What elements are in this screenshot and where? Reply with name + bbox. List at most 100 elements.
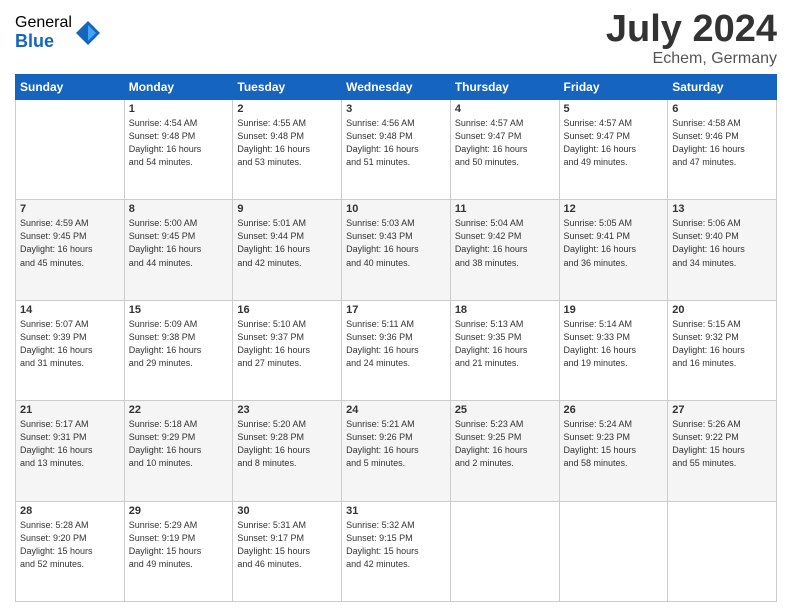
table-row: 28 Sunrise: 5:28 AM Sunset: 9:20 PM Dayli… [16, 501, 125, 601]
table-row: 7 Sunrise: 4:59 AM Sunset: 9:45 PM Daylig… [16, 200, 125, 300]
col-wednesday: Wednesday [342, 75, 451, 100]
day-info: Sunrise: 4:55 AM Sunset: 9:48 PM Dayligh… [237, 117, 337, 169]
day-info: Sunrise: 5:13 AM Sunset: 9:35 PM Dayligh… [455, 318, 555, 370]
calendar-week-row: 1Sunrise: 4:54 AM Sunset: 9:48 PM Daylig… [16, 100, 777, 200]
header: General Blue July 2024 Echem, Germany [15, 10, 777, 68]
day-info: Sunrise: 5:28 AM Sunset: 9:20 PM Dayligh… [20, 519, 120, 571]
table-row: 22 Sunrise: 5:18 AM Sunset: 9:29 PM Dayli… [124, 401, 233, 501]
table-row: 14 Sunrise: 5:07 AM Sunset: 9:39 PM Dayli… [16, 300, 125, 400]
day-info: Sunrise: 5:14 AM Sunset: 9:33 PM Dayligh… [564, 318, 664, 370]
day-info: Sunrise: 5:11 AM Sunset: 9:36 PM Dayligh… [346, 318, 446, 370]
day-info: Sunrise: 5:17 AM Sunset: 9:31 PM Dayligh… [20, 418, 120, 470]
calendar-week-row: 7 Sunrise: 4:59 AM Sunset: 9:45 PM Daylig… [16, 200, 777, 300]
table-row: 20 Sunrise: 5:15 AM Sunset: 9:32 PM Dayli… [668, 300, 777, 400]
day-info: Sunrise: 4:58 AM Sunset: 9:46 PM Dayligh… [672, 117, 772, 169]
day-info: Sunrise: 5:05 AM Sunset: 9:41 PM Dayligh… [564, 217, 664, 269]
day-number: 20 [672, 304, 772, 316]
day-info: Sunrise: 5:06 AM Sunset: 9:40 PM Dayligh… [672, 217, 772, 269]
table-row: 19 Sunrise: 5:14 AM Sunset: 9:33 PM Dayli… [559, 300, 668, 400]
day-number: 9 [237, 203, 337, 215]
day-info: Sunrise: 4:57 AM Sunset: 9:47 PM Dayligh… [564, 117, 664, 169]
col-tuesday: Tuesday [233, 75, 342, 100]
day-number: 2 [237, 103, 337, 115]
day-number: 22 [129, 404, 229, 416]
table-row: 8 Sunrise: 5:00 AM Sunset: 9:45 PM Daylig… [124, 200, 233, 300]
day-info: Sunrise: 5:09 AM Sunset: 9:38 PM Dayligh… [129, 318, 229, 370]
table-row [559, 501, 668, 601]
logo-blue: Blue [15, 32, 72, 52]
table-row: 15Sunrise: 5:09 AM Sunset: 9:38 PM Dayli… [124, 300, 233, 400]
logo: General Blue [15, 14, 102, 51]
col-thursday: Thursday [450, 75, 559, 100]
day-number: 11 [455, 203, 555, 215]
day-number: 12 [564, 203, 664, 215]
day-info: Sunrise: 5:01 AM Sunset: 9:44 PM Dayligh… [237, 217, 337, 269]
table-row: 10Sunrise: 5:03 AM Sunset: 9:43 PM Dayli… [342, 200, 451, 300]
page: General Blue July 2024 Echem, Germany Su… [0, 0, 792, 612]
day-number: 21 [20, 404, 120, 416]
calendar-week-row: 21 Sunrise: 5:17 AM Sunset: 9:31 PM Dayli… [16, 401, 777, 501]
day-info: Sunrise: 5:15 AM Sunset: 9:32 PM Dayligh… [672, 318, 772, 370]
table-row: 27Sunrise: 5:26 AM Sunset: 9:22 PM Dayli… [668, 401, 777, 501]
col-friday: Friday [559, 75, 668, 100]
table-row [450, 501, 559, 601]
day-info: Sunrise: 5:10 AM Sunset: 9:37 PM Dayligh… [237, 318, 337, 370]
table-row: 16 Sunrise: 5:10 AM Sunset: 9:37 PM Dayli… [233, 300, 342, 400]
table-row: 17Sunrise: 5:11 AM Sunset: 9:36 PM Dayli… [342, 300, 451, 400]
day-number: 27 [672, 404, 772, 416]
day-info: Sunrise: 5:00 AM Sunset: 9:45 PM Dayligh… [129, 217, 229, 269]
day-info: Sunrise: 5:18 AM Sunset: 9:29 PM Dayligh… [129, 418, 229, 470]
day-info: Sunrise: 4:59 AM Sunset: 9:45 PM Dayligh… [20, 217, 120, 269]
day-number: 25 [455, 404, 555, 416]
table-row: 6 Sunrise: 4:58 AM Sunset: 9:46 PM Daylig… [668, 100, 777, 200]
day-number: 24 [346, 404, 446, 416]
col-saturday: Saturday [668, 75, 777, 100]
table-row: 25Sunrise: 5:23 AM Sunset: 9:25 PM Dayli… [450, 401, 559, 501]
day-info: Sunrise: 5:24 AM Sunset: 9:23 PM Dayligh… [564, 418, 664, 470]
day-number: 26 [564, 404, 664, 416]
calendar-table: Sunday Monday Tuesday Wednesday Thursday… [15, 74, 777, 602]
day-number: 8 [129, 203, 229, 215]
day-number: 18 [455, 304, 555, 316]
title-block: July 2024 Echem, Germany [606, 10, 777, 68]
table-row: 13 Sunrise: 5:06 AM Sunset: 9:40 PM Dayli… [668, 200, 777, 300]
day-number: 16 [237, 304, 337, 316]
calendar-week-row: 28 Sunrise: 5:28 AM Sunset: 9:20 PM Dayli… [16, 501, 777, 601]
table-row [16, 100, 125, 200]
table-row: 4 Sunrise: 4:57 AM Sunset: 9:47 PM Daylig… [450, 100, 559, 200]
table-row [668, 501, 777, 601]
day-info: Sunrise: 5:20 AM Sunset: 9:28 PM Dayligh… [237, 418, 337, 470]
day-number: 31 [346, 505, 446, 517]
calendar-header-row: Sunday Monday Tuesday Wednesday Thursday… [16, 75, 777, 100]
logo-icon [74, 19, 102, 47]
day-number: 13 [672, 203, 772, 215]
table-row: 3Sunrise: 4:56 AM Sunset: 9:48 PM Daylig… [342, 100, 451, 200]
day-number: 19 [564, 304, 664, 316]
table-row: 2 Sunrise: 4:55 AM Sunset: 9:48 PM Daylig… [233, 100, 342, 200]
table-row: 30Sunrise: 5:31 AM Sunset: 9:17 PM Dayli… [233, 501, 342, 601]
table-row: 5 Sunrise: 4:57 AM Sunset: 9:47 PM Daylig… [559, 100, 668, 200]
day-number: 6 [672, 103, 772, 115]
title-location: Echem, Germany [606, 50, 777, 68]
day-number: 7 [20, 203, 120, 215]
day-info: Sunrise: 4:56 AM Sunset: 9:48 PM Dayligh… [346, 117, 446, 169]
day-number: 29 [129, 505, 229, 517]
day-number: 5 [564, 103, 664, 115]
day-info: Sunrise: 5:29 AM Sunset: 9:19 PM Dayligh… [129, 519, 229, 571]
day-number: 28 [20, 505, 120, 517]
table-row: 26 Sunrise: 5:24 AM Sunset: 9:23 PM Dayli… [559, 401, 668, 501]
table-row: 12 Sunrise: 5:05 AM Sunset: 9:41 PM Dayli… [559, 200, 668, 300]
day-number: 1 [129, 103, 229, 115]
table-row: 31 Sunrise: 5:32 AM Sunset: 9:15 PM Dayli… [342, 501, 451, 601]
table-row: 1Sunrise: 4:54 AM Sunset: 9:48 PM Daylig… [124, 100, 233, 200]
day-number: 10 [346, 203, 446, 215]
logo-general: General [15, 14, 72, 32]
day-info: Sunrise: 5:07 AM Sunset: 9:39 PM Dayligh… [20, 318, 120, 370]
day-number: 4 [455, 103, 555, 115]
day-info: Sunrise: 4:57 AM Sunset: 9:47 PM Dayligh… [455, 117, 555, 169]
table-row: 9 Sunrise: 5:01 AM Sunset: 9:44 PM Daylig… [233, 200, 342, 300]
col-monday: Monday [124, 75, 233, 100]
day-info: Sunrise: 5:04 AM Sunset: 9:42 PM Dayligh… [455, 217, 555, 269]
day-info: Sunrise: 5:32 AM Sunset: 9:15 PM Dayligh… [346, 519, 446, 571]
day-number: 14 [20, 304, 120, 316]
